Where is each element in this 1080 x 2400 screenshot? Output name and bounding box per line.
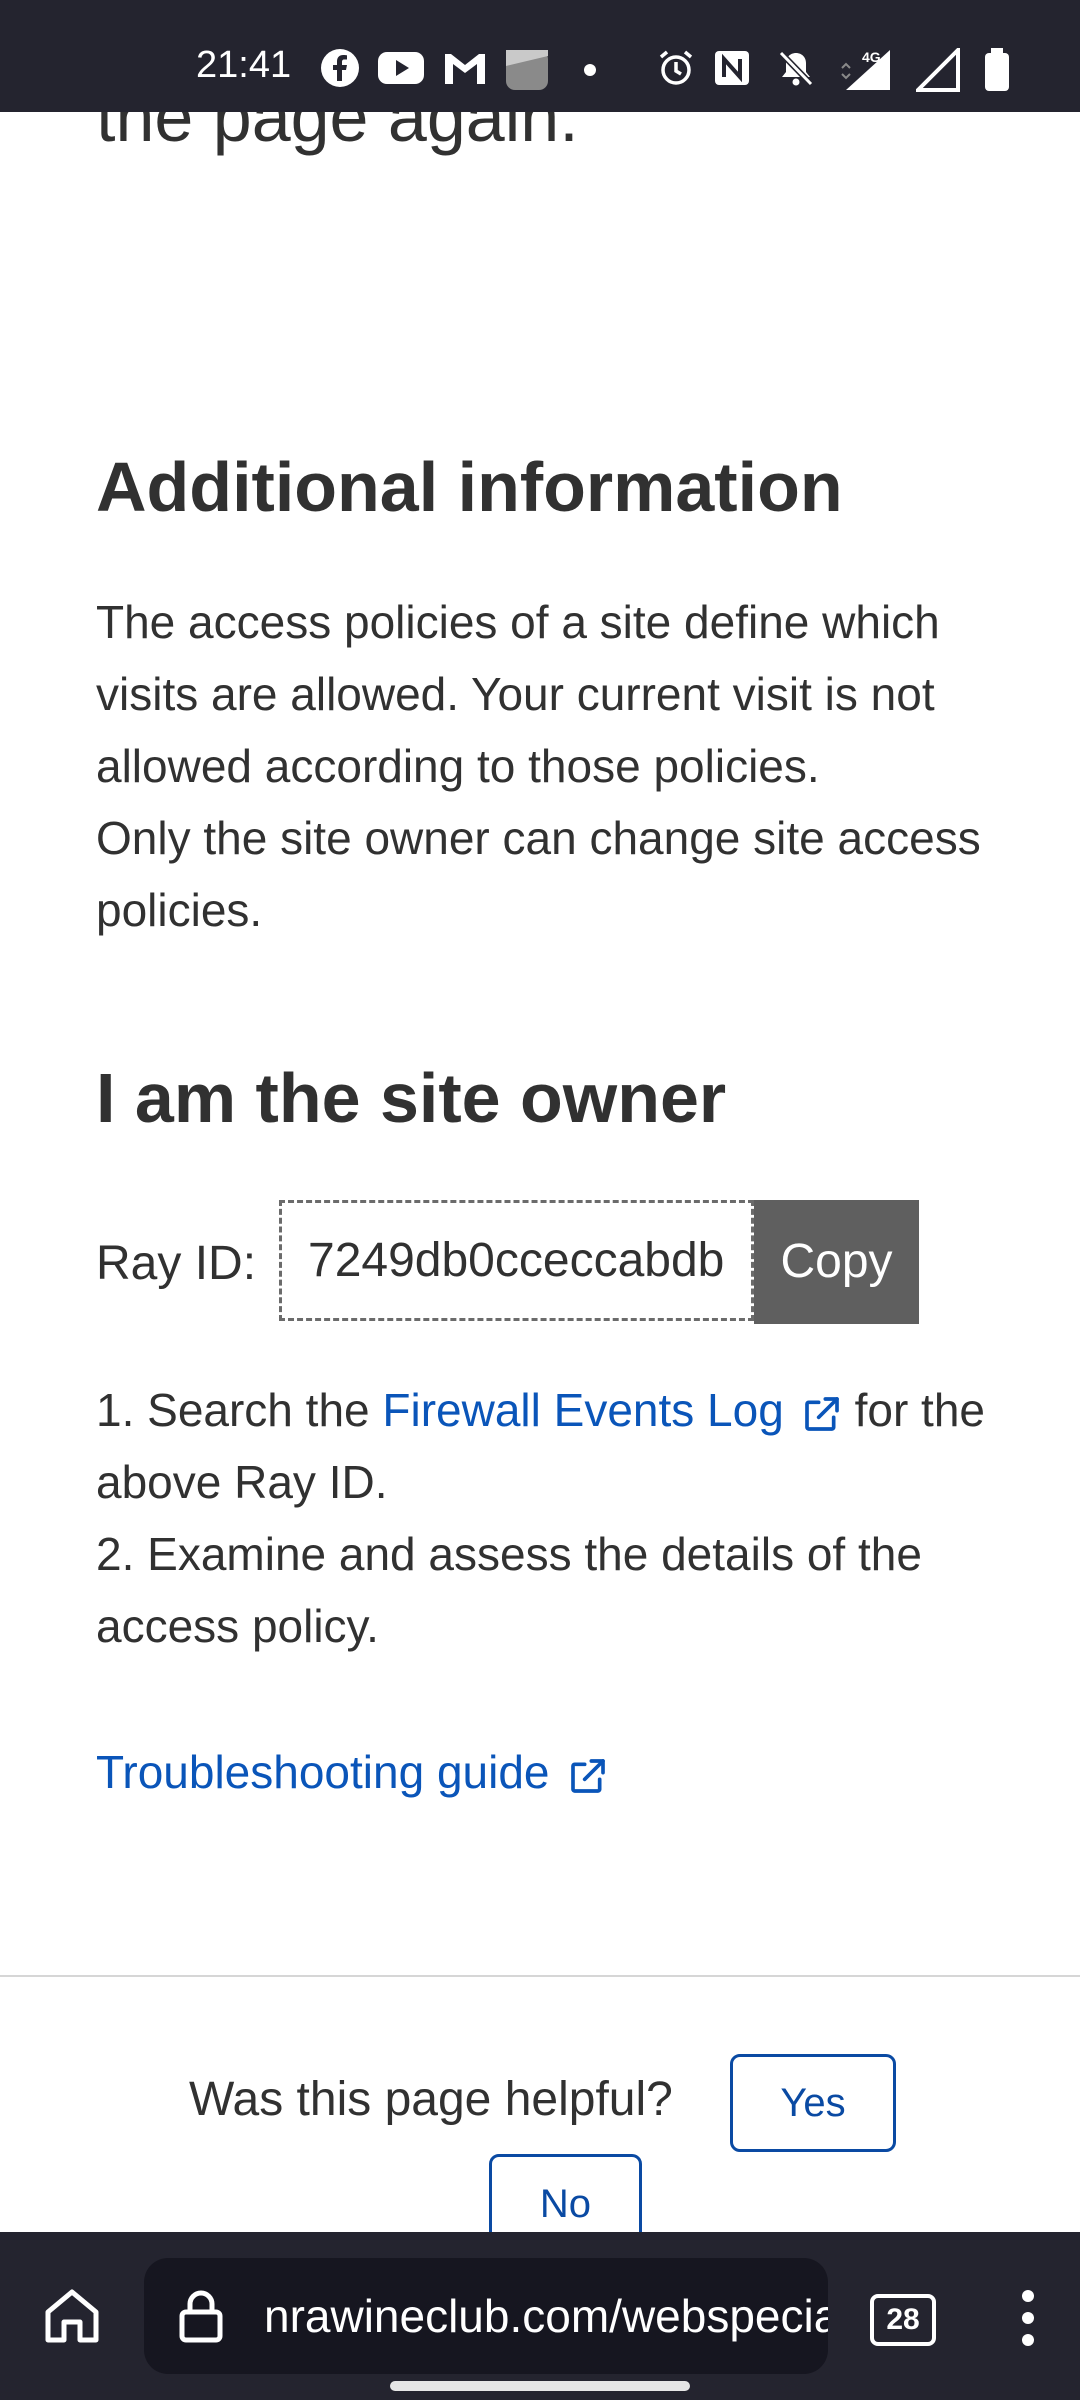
photo-app-icon — [504, 48, 550, 90]
signal-icon: 4G — [840, 48, 892, 90]
helpful-question: Was this page helpful? — [189, 2073, 673, 2126]
troubleshooting-guide-link[interactable]: Troubleshooting guide — [96, 1736, 1016, 1808]
firewall-events-log-link[interactable]: Firewall Events Log — [382, 1384, 841, 1436]
home-icon[interactable] — [40, 2284, 104, 2348]
access-policies-text: The access policies of a site define whi… — [96, 596, 940, 792]
copy-button[interactable]: Copy — [754, 1200, 919, 1324]
step-1-text: 1. Search the Firewall Events Log for th… — [96, 1374, 1016, 1518]
section-divider — [0, 1975, 1080, 1977]
page-content: the page again. Additional information T… — [0, 0, 1080, 2232]
facebook-icon — [320, 48, 360, 88]
gmail-icon — [442, 48, 488, 88]
nfc-icon — [712, 48, 752, 88]
status-time: 21:41 — [196, 44, 292, 86]
youtube-icon — [376, 48, 426, 88]
url-text: nrawineclub.com/webspecials — [264, 2290, 828, 2342]
status-bar: 21:41 4G — [0, 0, 1080, 112]
gesture-bar[interactable] — [390, 2381, 690, 2391]
ray-id-label: Ray ID: — [96, 1237, 257, 1290]
dot-icon — [580, 48, 600, 88]
alarm-icon — [656, 48, 696, 88]
site-owner-heading: I am the site owner — [96, 1059, 727, 1137]
external-link-icon — [804, 1397, 839, 1431]
signal-icon — [916, 48, 960, 92]
step-1-prefix: 1. Search the — [96, 1384, 383, 1436]
browser-toolbar: nrawineclub.com/webspecials 28 — [0, 2232, 1080, 2400]
no-button[interactable]: No — [489, 2154, 642, 2232]
ray-id-value[interactable]: 7249db0cceccabdb — [279, 1200, 754, 1321]
battery-icon — [982, 48, 1012, 91]
additional-info-heading: Additional information — [96, 448, 843, 526]
url-bar[interactable]: nrawineclub.com/webspecials — [144, 2258, 828, 2374]
menu-icon[interactable] — [1014, 2288, 1042, 2348]
firewall-link-label: Firewall Events Log — [382, 1384, 784, 1436]
yes-button[interactable]: Yes — [730, 2054, 896, 2152]
troubleshooting-link-label: Troubleshooting guide — [96, 1746, 550, 1798]
lock-icon[interactable] — [178, 2288, 224, 2344]
tab-switcher-button[interactable]: 28 — [870, 2294, 936, 2346]
owner-only-text: Only the site owner can change site acce… — [96, 812, 981, 936]
step-2-text: 2. Examine and assess the details of the… — [96, 1528, 922, 1652]
bell-off-icon — [776, 48, 816, 88]
external-link-icon — [570, 1759, 605, 1793]
